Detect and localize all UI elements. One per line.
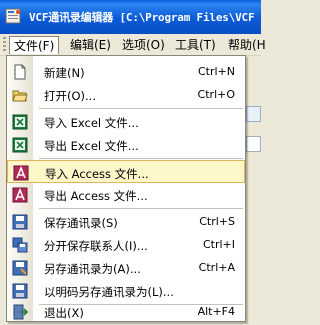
export-excel-icon bbox=[12, 137, 28, 153]
menu-options[interactable]: 选项(O) bbox=[118, 36, 169, 54]
menu-item-label: 另存通讯录为(A)... bbox=[44, 262, 141, 276]
window-title: VCF通讯录编辑器 [C:\Program Files\VCF bbox=[29, 11, 255, 24]
menu-item-export-access[interactable]: 导出 Access 文件... bbox=[7, 183, 245, 206]
menu-item-label: 保存通讯录(S) bbox=[44, 216, 118, 230]
menu-item-export-excel[interactable]: 导出 Excel 文件... bbox=[7, 133, 245, 156]
menu-item-import-excel[interactable]: 导入 Excel 文件... bbox=[7, 110, 245, 133]
exit-icon bbox=[13, 304, 28, 320]
menu-item-label: 导入 Excel 文件... bbox=[44, 116, 139, 130]
menu-item-label: 以明码另存通讯录为(L)... bbox=[44, 285, 174, 299]
menu-item-split-save[interactable]: 分开保存联系人(I)... Ctrl+I bbox=[7, 233, 245, 256]
menu-item-label: 导入 Access 文件... bbox=[45, 167, 149, 181]
save-icon bbox=[12, 214, 28, 230]
open-folder-icon bbox=[12, 90, 28, 102]
menu-item-save-as[interactable]: 另存通讯录为(A)... Ctrl+A bbox=[7, 256, 245, 279]
menu-item-shortcut: Alt+F4 bbox=[197, 305, 235, 318]
menu-item-new[interactable]: 新建(N) Ctrl+N bbox=[7, 60, 245, 83]
menu-item-shortcut: Ctrl+N bbox=[197, 65, 235, 78]
title-bar: VCF通讯录编辑器 [C:\Program Files\VCF bbox=[0, 0, 261, 34]
menu-item-shortcut: Ctrl+I bbox=[202, 238, 235, 251]
menu-item-label: 导出 Excel 文件... bbox=[44, 139, 139, 153]
menu-bar: 文件(F) 编辑(E) 选项(O) 工具(T) 帮助(H bbox=[0, 34, 266, 56]
file-menu-dropdown: 新建(N) Ctrl+N 打开(O)... Ctrl+O 导入 Excel 文件… bbox=[6, 55, 246, 322]
menu-help[interactable]: 帮助(H bbox=[224, 36, 270, 54]
menu-separator bbox=[39, 158, 243, 159]
import-access-icon bbox=[13, 165, 29, 181]
menu-separator bbox=[39, 108, 243, 109]
menu-edit[interactable]: 编辑(E) bbox=[66, 36, 115, 54]
menu-file[interactable]: 文件(F) bbox=[9, 36, 60, 54]
background-tab bbox=[246, 136, 261, 152]
export-access-icon bbox=[12, 187, 28, 203]
menu-item-label: 导出 Access 文件... bbox=[44, 189, 148, 203]
menu-separator bbox=[39, 208, 243, 209]
menu-item-label: 新建(N) bbox=[44, 66, 85, 80]
menu-item-shortcut: Ctrl+A bbox=[198, 261, 235, 274]
menu-item-exit[interactable]: 退出(X) Alt+F4 bbox=[7, 300, 245, 323]
menu-item-open[interactable]: 打开(O)... Ctrl+O bbox=[7, 83, 245, 106]
background-panel bbox=[246, 56, 261, 325]
save-as-icon bbox=[12, 260, 28, 276]
split-save-icon bbox=[12, 237, 28, 253]
menu-item-shortcut: Ctrl+O bbox=[197, 88, 235, 101]
menu-item-label: 分开保存联系人(I)... bbox=[44, 239, 148, 253]
menu-item-save[interactable]: 保存通讯录(S) Ctrl+S bbox=[7, 210, 245, 233]
new-file-icon bbox=[14, 64, 26, 80]
menu-item-save-plain[interactable]: 以明码另存通讯录为(L)... bbox=[7, 279, 245, 302]
background-tab bbox=[246, 106, 261, 122]
menubar-grip bbox=[3, 37, 6, 53]
app-icon bbox=[5, 8, 21, 24]
save-plain-icon bbox=[12, 283, 28, 299]
menu-item-label: 打开(O)... bbox=[44, 89, 96, 103]
menu-item-shortcut: Ctrl+S bbox=[199, 215, 235, 228]
menu-item-import-access[interactable]: 导入 Access 文件... bbox=[7, 160, 245, 183]
menu-item-label: 退出(X) bbox=[44, 306, 84, 320]
import-excel-icon bbox=[12, 114, 28, 130]
menu-tools[interactable]: 工具(T) bbox=[171, 36, 220, 54]
